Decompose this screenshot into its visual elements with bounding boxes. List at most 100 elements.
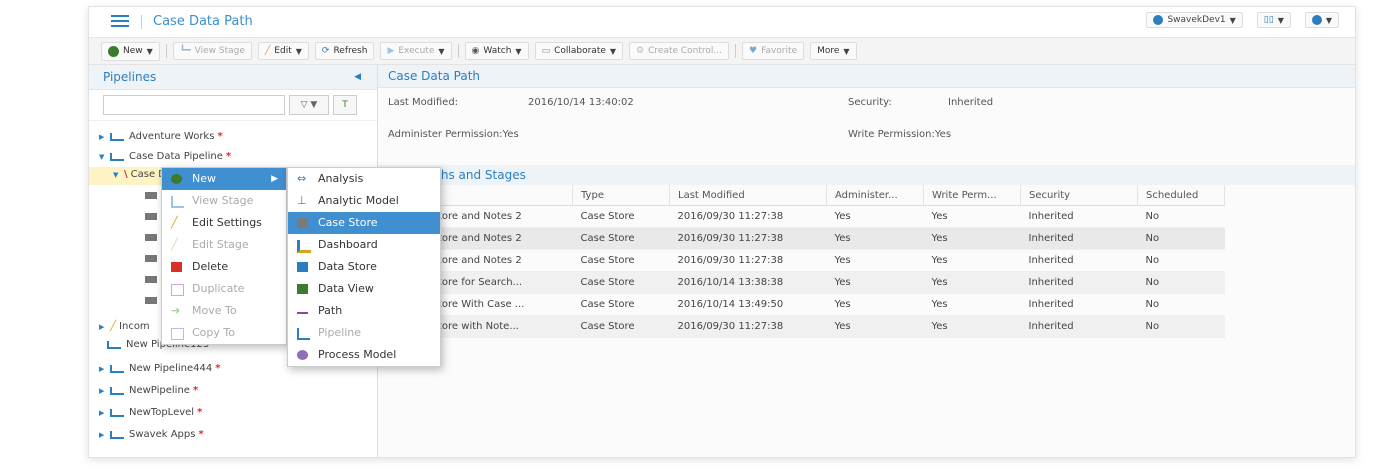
table-row[interactable]: Case Store and Notes 2 Case Store 2016/0… [396, 249, 1225, 272]
edit-button[interactable]: ╱ Edit ▼ [257, 42, 309, 60]
pipeline-icon [107, 340, 121, 349]
case-store-stage-icon[interactable] [145, 234, 157, 241]
hamburger-menu-icon[interactable] [111, 13, 129, 27]
tree-search-input[interactable] [103, 95, 285, 115]
cell-scheduled: No [1137, 205, 1225, 228]
clear-filter-button[interactable]: T [333, 95, 357, 115]
menu-item-label: Data Store [318, 260, 377, 273]
table-row[interactable]: Case Store and Notes 2 Case Store 2016/0… [396, 227, 1225, 250]
tree-item-new-pipeline444[interactable]: ▶ New Pipeline444 * [99, 363, 220, 374]
help-menu-button[interactable]: ▼ [1304, 12, 1339, 28]
menu-item-edit-settings[interactable]: ╱ Edit Settings [162, 212, 286, 234]
collapse-arrow-icon[interactable]: ▼ [113, 171, 121, 179]
menu-item-delete[interactable]: Delete [162, 256, 286, 278]
submenu-item-analysis[interactable]: ⇔ Analysis [288, 168, 440, 190]
cell-write: Yes [923, 271, 1021, 294]
submenu-item-dashboard[interactable]: Dashboard [288, 234, 440, 256]
column-header[interactable]: Last Modified [669, 185, 827, 206]
menu-item-edit-stage[interactable]: ╱ Edit Stage [162, 234, 286, 256]
submenu-arrow-icon: ▶ [271, 174, 278, 184]
tree-item-newtoplevel[interactable]: ▶ NewTopLevel * [99, 407, 202, 418]
tree-item-newpipeline[interactable]: ▶ NewPipeline * [99, 385, 198, 396]
table-row[interactable]: Case Store With Case ... Case Store 2016… [396, 293, 1225, 316]
table-row[interactable]: Case Store for Search... Case Store 2016… [396, 271, 1225, 294]
column-header[interactable]: Scheduled [1137, 185, 1225, 206]
filter-dropdown-button[interactable]: ▽ ▼ [289, 95, 329, 115]
menu-item-move-to[interactable]: ➔ Move To [162, 300, 286, 322]
toolbar-divider [165, 44, 167, 58]
cell-scheduled: No [1137, 249, 1225, 272]
column-header[interactable]: Write Perm... [923, 185, 1021, 206]
cell-last-modified: 2016/09/30 11:27:38 [669, 249, 827, 272]
expand-arrow-icon[interactable]: ▶ [99, 431, 107, 439]
tree-item-label: Adventure Works [129, 131, 215, 142]
cell-type: Case Store [572, 293, 670, 316]
case-store-stage-icon[interactable] [145, 276, 157, 283]
column-header[interactable]: Administer... [826, 185, 924, 206]
refresh-button[interactable]: ⟳ Refresh [314, 42, 375, 60]
menu-item-copy-to[interactable]: Copy To [162, 322, 286, 344]
case-store-icon [297, 218, 308, 228]
favorite-button[interactable]: ♥ Favorite [742, 42, 805, 60]
analytic-model-icon: ⊥ [297, 194, 307, 207]
last-modified-label: Last Modified: [388, 97, 459, 108]
pipeline-icon [110, 364, 124, 373]
menu-item-new[interactable]: New ▶ [162, 168, 286, 190]
pipeline-icon [110, 408, 124, 417]
menu-item-duplicate[interactable]: Duplicate [162, 278, 286, 300]
watch-button[interactable]: ◉ Watch ▼ [464, 42, 529, 60]
modified-marker: * [198, 429, 204, 440]
submenu-item-process-model[interactable]: Process Model [288, 344, 440, 366]
submenu-item-case-store[interactable]: Case Store [288, 212, 440, 234]
submenu-item-data-store[interactable]: Data Store [288, 256, 440, 278]
tree-filter-bar: ▽ ▼ T [89, 90, 377, 121]
submenu-item-analytic-model[interactable]: ⊥ Analytic Model [288, 190, 440, 212]
column-header[interactable]: Security [1020, 185, 1138, 206]
table-row[interactable]: Case Store with Note... Case Store 2016/… [396, 315, 1225, 338]
collapse-arrow-icon[interactable]: ▼ [99, 153, 107, 161]
view-stage-label: View Stage [194, 46, 245, 56]
expand-arrow-icon[interactable]: ▶ [99, 133, 107, 141]
case-store-stage-icon[interactable] [145, 213, 157, 220]
cell-administer: Yes [826, 249, 924, 272]
layout-menu-button[interactable]: ▯▯ ▼ [1256, 12, 1291, 28]
view-stage-button[interactable]: ┗━ View Stage [172, 42, 252, 60]
favorite-icon: ♥ [749, 46, 758, 56]
menu-item-view-stage[interactable]: View Stage [162, 190, 286, 212]
column-header[interactable]: Type [572, 185, 670, 206]
case-store-stage-icon[interactable] [145, 255, 157, 262]
more-button[interactable]: More ▼ [810, 42, 857, 60]
tree-item-case-data-pipeline[interactable]: ▼ Case Data Pipeline * [99, 151, 231, 162]
expand-arrow-icon[interactable]: ▶ [99, 323, 107, 331]
data-store-icon [297, 262, 308, 272]
submenu-item-pipeline[interactable]: Pipeline [288, 322, 440, 344]
case-store-stage-icon[interactable] [145, 297, 157, 304]
modified-marker: * [217, 131, 223, 142]
new-button[interactable]: New ▼ [101, 41, 160, 61]
submenu-item-data-view[interactable]: Data View [288, 278, 440, 300]
expand-arrow-icon[interactable]: ▶ [99, 387, 107, 395]
tree-item-adventure-works[interactable]: ▶ Adventure Works * [99, 131, 223, 142]
execute-button[interactable]: ▶ Execute ▼ [380, 42, 452, 60]
toolbar-divider [457, 44, 459, 58]
case-store-stage-icon[interactable] [145, 192, 157, 199]
tree-item-incom[interactable]: ▶ ╱ Incom [99, 321, 150, 332]
expand-arrow-icon[interactable]: ▶ [99, 365, 107, 373]
cell-write: Yes [923, 315, 1021, 338]
collapse-left-icon[interactable]: ◀ [354, 65, 361, 89]
layout-icon: ▯▯ [1263, 15, 1274, 25]
cell-administer: Yes [826, 271, 924, 294]
user-menu-button[interactable]: SwavekDev1 ▼ [1146, 12, 1243, 28]
more-label: More [817, 46, 840, 56]
collaborate-button[interactable]: ▭ Collaborate ▼ [534, 42, 624, 60]
chevron-down-icon: ▼ [1229, 15, 1236, 25]
tree-item-swavek-apps[interactable]: ▶ Swavek Apps * [99, 429, 204, 440]
create-control-button[interactable]: ⚙ Create Control... [629, 42, 730, 60]
submenu-item-path[interactable]: Path [288, 300, 440, 322]
last-modified-value: 2016/10/14 13:40:02 [528, 97, 634, 108]
tree-item-label: New Pipeline444 [129, 363, 213, 374]
expand-arrow-icon[interactable]: ▶ [99, 409, 107, 417]
pipeline-icon [110, 132, 124, 141]
pipeline-icon [171, 196, 184, 208]
table-row[interactable]: Case Store and Notes 2 Case Store 2016/0… [396, 205, 1225, 228]
